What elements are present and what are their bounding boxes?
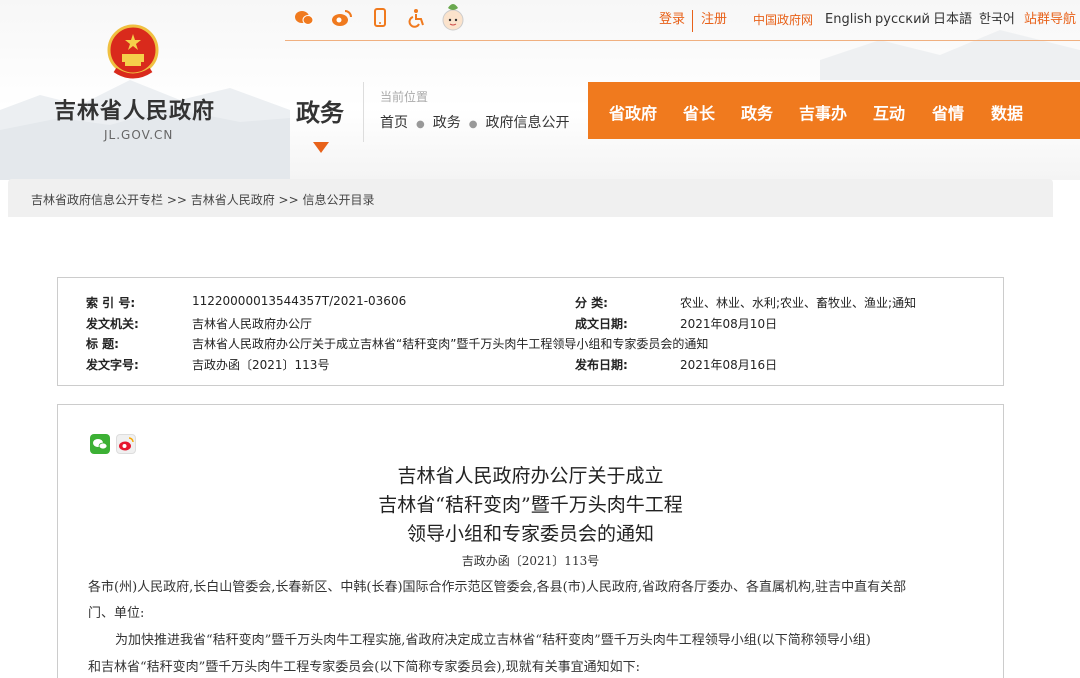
share-wechat-icon[interactable] xyxy=(90,434,110,454)
current-location-label: 当前位置 xyxy=(380,90,429,104)
date-label: 成文日期: xyxy=(575,317,628,331)
site-group-nav-link[interactable]: 站群导航 xyxy=(1024,12,1076,28)
share-weibo-icon[interactable] xyxy=(116,434,136,454)
article-title-line-1: 吉林省人民政府办公厅关于成立 xyxy=(397,465,664,487)
article-paragraph-line: 为加快推进我省“秸秆变肉”暨千万头肉牛工程实施,省政府决定成立吉林省“秸秆变肉”… xyxy=(115,633,871,648)
russian-link[interactable]: русский xyxy=(875,12,930,28)
nav-item-provincial-gov[interactable]: 省政府 xyxy=(609,100,657,124)
top-bar: 登录 注册 中国政府网 English русский 日本語 한국어 站群导航 xyxy=(285,0,1080,41)
article-title-line-3: 领导小组和专家委员会的通知 xyxy=(406,523,654,545)
article-paragraph-line: 各市(州)人民政府,长白山管委会,长春新区、中韩(长春)国际合作示范区管委会,各… xyxy=(88,580,907,595)
article: 吉林省人民政府办公厅关于成立 吉林省“秸秆变肉”暨千万头肉牛工程 领导小组和专家… xyxy=(57,404,1004,678)
nav-item-jishiban[interactable]: 吉事办 xyxy=(799,100,847,124)
breadcrumb[interactable]: 吉林省政府信息公开专栏 >> 吉林省人民政府 >> 信息公开目录 xyxy=(31,191,374,208)
docno-label: 发文字号: xyxy=(86,358,139,372)
register-link[interactable]: 注册 xyxy=(701,12,727,28)
weibo-icon[interactable] xyxy=(331,8,352,28)
site-name[interactable]: 吉林省人民政府 xyxy=(54,93,215,125)
publish-value: 2021年08月16日 xyxy=(680,358,778,372)
nav-item-data[interactable]: 数据 xyxy=(991,100,1023,124)
nav-item-province-info[interactable]: 省情 xyxy=(932,100,964,124)
article-paragraph-line: 门、单位: xyxy=(88,606,145,621)
national-emblem-icon xyxy=(105,24,161,84)
issuer-value: 吉林省人民政府办公厅 xyxy=(192,317,313,331)
docno-value: 吉政办函〔2021〕113号 xyxy=(192,358,330,372)
breadcrumb-bar: 吉林省政府信息公开专栏 >> 吉林省人民政府 >> 信息公开目录 xyxy=(8,179,1053,217)
issuer-label: 发文机关: xyxy=(86,317,139,331)
index-label: 索 引 号: xyxy=(86,296,136,310)
crumb-separator: ● xyxy=(416,119,425,130)
topbar-divider xyxy=(692,10,693,32)
mobile-icon[interactable] xyxy=(370,8,390,28)
english-link[interactable]: English xyxy=(825,12,872,28)
category-value: 农业、林业、水利;农业、畜牧业、渔业;通知 xyxy=(680,296,917,310)
crumb-zhengwu[interactable]: 政务 xyxy=(433,115,461,131)
location-breadcrumb: 首页 ● 政务 ● 政府信息公开 xyxy=(380,112,569,132)
login-link[interactable]: 登录 xyxy=(659,12,685,28)
korean-link[interactable]: 한국어 xyxy=(979,12,1015,28)
category-label: 分 类: xyxy=(575,296,608,310)
site-domain: JL.GOV.CN xyxy=(104,128,174,142)
japanese-link[interactable]: 日本語 xyxy=(933,12,972,28)
index-value: 11220000013544357T/2021-03606 xyxy=(192,294,407,308)
article-paragraph-line: 和吉林省“秸秆变肉”暨千万头肉牛工程专家委员会(以下简称专家委员会),现就有关事… xyxy=(88,660,640,675)
mascot-icon[interactable] xyxy=(441,2,465,32)
crumb-info-public[interactable]: 政府信息公开 xyxy=(485,115,569,131)
wechat-icon[interactable] xyxy=(294,8,314,28)
nav-item-interaction[interactable]: 互动 xyxy=(873,100,905,124)
article-document-number: 吉政办函〔2021〕113号 xyxy=(461,554,600,568)
accessibility-icon[interactable] xyxy=(407,8,427,28)
crumb-separator: ● xyxy=(468,119,478,130)
main-nav: 省政府 省长 政务 吉事办 互动 省情 数据 xyxy=(588,82,1080,139)
article-title-line-2: 吉林省“秸秆变肉”暨千万头肉牛工程 xyxy=(378,494,683,516)
title-value: 吉林省人民政府办公厅关于成立吉林省“秸秆变肉”暨千万头肉牛工程领导小组和专家委员… xyxy=(192,337,709,351)
section-arrow-icon xyxy=(313,142,329,153)
publish-label: 发布日期: xyxy=(575,358,628,372)
title-label: 标 题: xyxy=(86,337,119,351)
nav-item-government-affairs[interactable]: 政务 xyxy=(741,100,773,124)
china-gov-link[interactable]: 中国政府网 xyxy=(753,12,813,28)
document-meta-table: 索 引 号: 11220000013544357T/2021-03606 分 类… xyxy=(57,277,1004,386)
nav-item-governor[interactable]: 省长 xyxy=(683,100,715,124)
section-title: 政务 xyxy=(296,99,344,127)
date-value: 2021年08月10日 xyxy=(680,317,778,331)
crumb-home[interactable]: 首页 xyxy=(380,115,408,131)
header-divider xyxy=(363,82,364,142)
